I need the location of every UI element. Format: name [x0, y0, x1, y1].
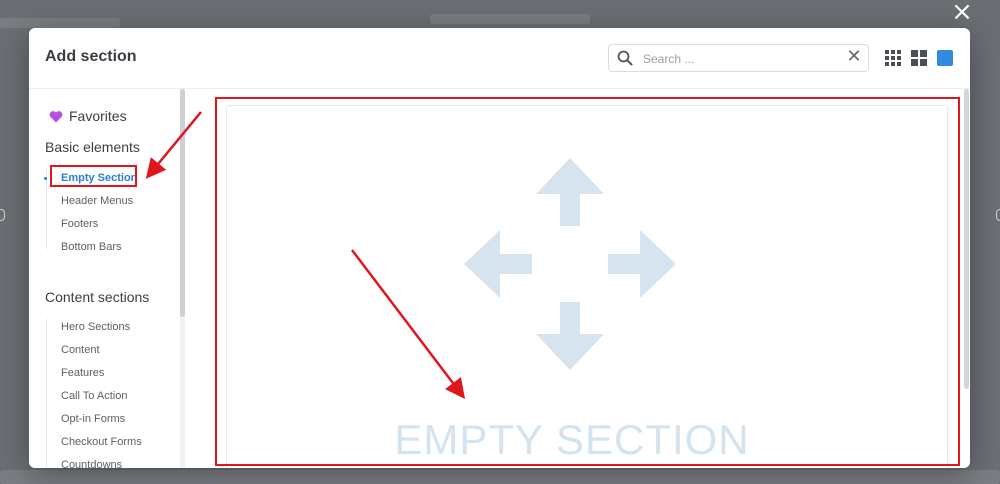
grid-large-icon[interactable]: [911, 50, 927, 66]
clear-search-icon[interactable]: ✕: [845, 47, 863, 67]
sidebar-item-footers[interactable]: Footers: [61, 218, 98, 230]
card-label: EMPTY SECTION: [394, 416, 750, 463]
modal-header: Add section ✕: [29, 28, 970, 89]
heart-icon: [49, 110, 63, 122]
add-section-modal: Add section ✕: [29, 28, 970, 468]
sidebar-item-content[interactable]: Content: [61, 344, 100, 356]
sidebar-scrollbar[interactable]: [180, 89, 185, 317]
left-edge-handle: [0, 209, 5, 221]
highlight-box-sidebar: [50, 165, 137, 187]
group-divider: [46, 169, 47, 249]
modal-title: Add section: [45, 48, 137, 65]
background-bar: [430, 14, 590, 24]
search-box[interactable]: ✕: [608, 44, 869, 72]
category-sidebar: Favorites Basic elements Empty Section H…: [29, 89, 185, 468]
sidebar-item-countdowns[interactable]: Countdowns: [61, 459, 122, 468]
right-edge-handle: [996, 209, 1000, 221]
grid-small-icon[interactable]: [885, 50, 901, 66]
sidebar-item-favorites[interactable]: Favorites: [49, 106, 127, 126]
group-divider: [46, 319, 47, 468]
sidebar-item-call-to-action[interactable]: Call To Action: [61, 390, 127, 402]
sidebar-item-header-menus[interactable]: Header Menus: [61, 195, 133, 207]
move-arrows-icon: [464, 158, 676, 370]
main-scrollbar[interactable]: [964, 89, 969, 389]
sidebar-item-opt-in-forms[interactable]: Opt-in Forms: [61, 413, 125, 425]
single-view-icon[interactable]: [937, 50, 953, 66]
empty-section-card[interactable]: EMPTY SECTION: [226, 105, 948, 468]
group-title-content-sections: Content sections: [45, 289, 150, 305]
close-icon[interactable]: ×: [948, 0, 976, 25]
sidebar-item-bottom-bars[interactable]: Bottom Bars: [61, 241, 122, 253]
active-indicator: [44, 177, 47, 180]
background-bar: [0, 18, 120, 28]
sidebar-item-checkout-forms[interactable]: Checkout Forms: [61, 436, 142, 448]
background-bar: [0, 470, 1000, 484]
sidebar-item-hero-sections[interactable]: Hero Sections: [61, 321, 130, 333]
search-input[interactable]: [641, 48, 835, 70]
favorites-label: Favorites: [69, 108, 127, 124]
search-icon: [617, 50, 633, 66]
sidebar-item-features[interactable]: Features: [61, 367, 104, 379]
group-title-basic-elements: Basic elements: [45, 139, 140, 155]
